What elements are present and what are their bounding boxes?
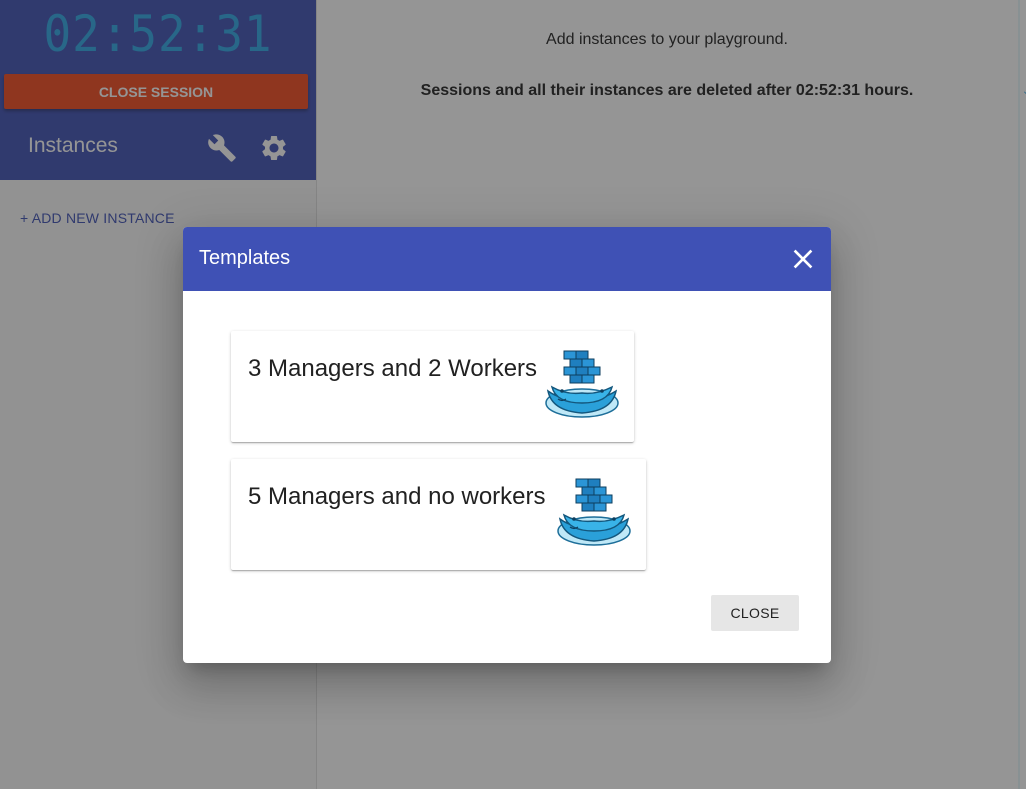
dialog-header: Templates	[183, 227, 831, 291]
template-title: 5 Managers and no workers	[248, 483, 546, 510]
dialog-close-x-button[interactable]	[787, 243, 819, 275]
dialog-title: Templates	[199, 247, 291, 269]
template-title: 3 Managers and 2 Workers	[248, 355, 538, 382]
docker-swarm-whale-icon	[557, 478, 631, 546]
template-card[interactable]: 5 Managers and no workers	[231, 459, 646, 570]
template-card[interactable]: 3 Managers and 2 Workers	[231, 331, 634, 442]
close-icon	[793, 249, 813, 269]
docker-swarm-whale-icon	[545, 350, 619, 418]
dialog-close-button[interactable]: CLOSE	[711, 595, 799, 631]
templates-dialog: Templates 3 Managers and 2 Workers 5 Man…	[183, 227, 831, 663]
